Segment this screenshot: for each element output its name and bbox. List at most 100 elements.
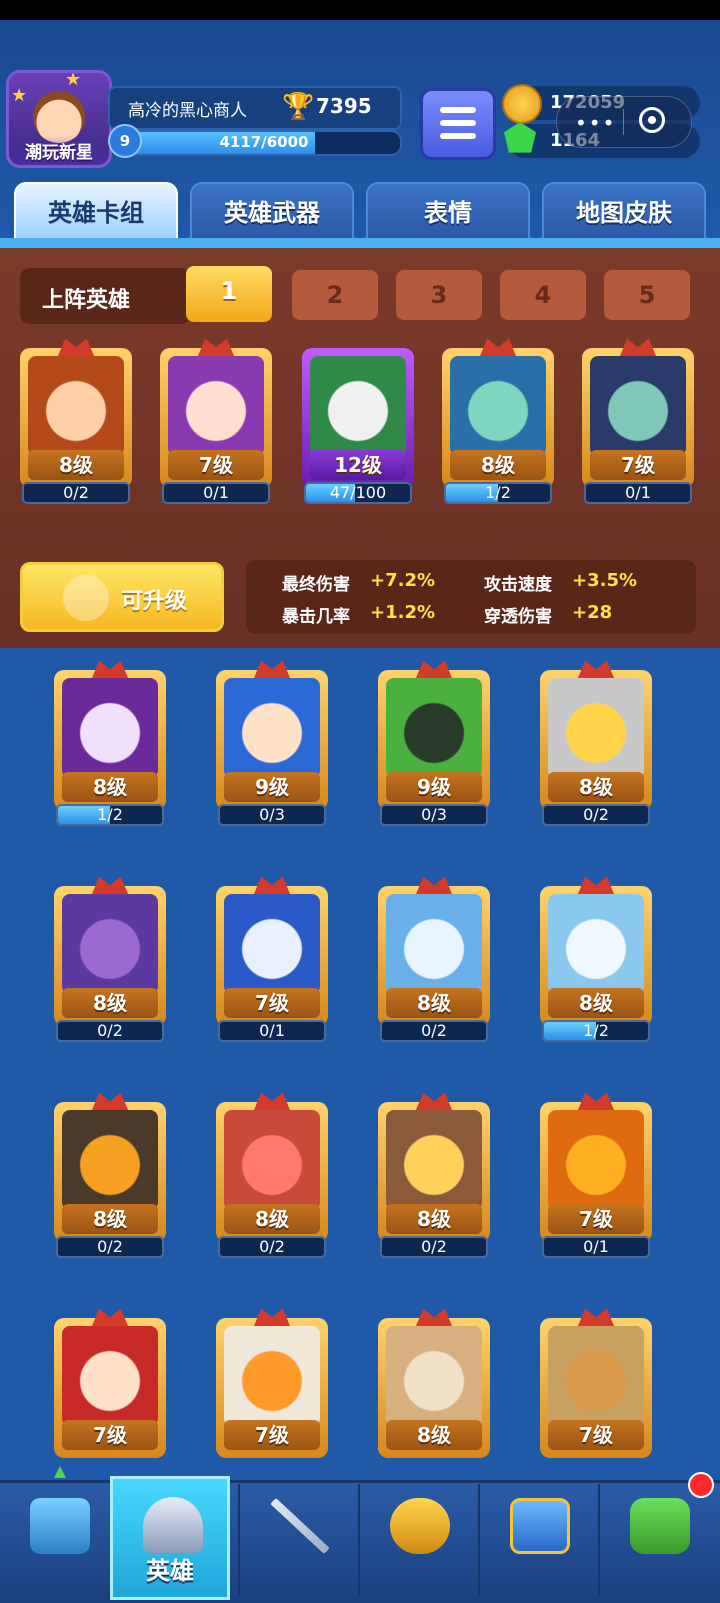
roster-hero-card[interactable]: 8级 0/2 [536, 656, 656, 828]
hero-level: 12级 [310, 450, 406, 480]
hero-portrait [548, 1110, 644, 1210]
roster-hero-card[interactable]: 8级 0/2 [212, 1088, 332, 1260]
hero-card-progress: 0/2 [22, 482, 130, 504]
tab-hero-weapons[interactable]: 英雄武器 [190, 182, 354, 240]
xp-text: 4117/6000 [219, 133, 309, 151]
crown-icon [578, 876, 614, 894]
roster-hero-card[interactable]: 7级 [50, 1304, 170, 1476]
lineup-hero-card[interactable]: 8级 0/2 [16, 334, 136, 506]
hero-portrait [548, 894, 644, 994]
roster-hero-card[interactable]: 9级 0/3 [212, 656, 332, 828]
hero-card-progress: 0/2 [56, 1236, 164, 1258]
hero-level: 8级 [548, 772, 644, 802]
hero-level: 7级 [548, 1420, 644, 1450]
hero-card-progress: 0/3 [380, 804, 488, 826]
roster-hero-card[interactable]: 8级 0/2 [374, 1088, 494, 1260]
crown-icon [416, 876, 452, 894]
shield-emblem-icon [63, 575, 109, 621]
crown-icon [92, 660, 128, 678]
crown-icon [578, 660, 614, 678]
star-icon: ★ [11, 85, 28, 106]
nav-shop[interactable] [0, 1480, 120, 1600]
roster-hero-card[interactable]: 8级 1/2 [536, 872, 656, 1044]
nav-rank[interactable] [360, 1480, 480, 1600]
hero-card-progress: 1/2 [444, 482, 552, 504]
crown-icon [480, 338, 516, 356]
hero-level: 7级 [590, 450, 686, 480]
hero-portrait [224, 894, 320, 994]
nav-battle[interactable] [240, 1480, 360, 1600]
menu-button[interactable] [420, 88, 496, 160]
upgrade-label: 可升级 [121, 589, 188, 614]
hero-level: 8级 [62, 988, 158, 1018]
progress-text: 0/2 [421, 1021, 447, 1040]
roster-hero-card[interactable]: 7级 [212, 1304, 332, 1476]
lineup-slot-2[interactable]: 2 [292, 270, 378, 320]
hero-portrait [168, 356, 264, 456]
nav-garden[interactable] [600, 1480, 720, 1600]
progress-text: 0/2 [97, 1021, 123, 1040]
roster-hero-card[interactable]: 8级 0/2 [50, 872, 170, 1044]
nav-team[interactable] [480, 1480, 600, 1600]
close-miniapp-icon[interactable] [639, 107, 665, 133]
roster-hero-card[interactable]: 8级 0/2 [374, 872, 494, 1044]
tab-map-skins[interactable]: 地图皮肤 [542, 182, 706, 240]
lineup-hero-card[interactable]: 12级 47/100 [298, 334, 418, 506]
player-title: 潮玩新星 [9, 136, 109, 165]
crown-icon [416, 660, 452, 678]
stat-label: 最终伤害 [282, 575, 350, 595]
lineup-hero-card[interactable]: 8级 1/2 [438, 334, 558, 506]
crown-icon [578, 1092, 614, 1110]
hero-level: 7级 [62, 1420, 158, 1450]
roster-hero-card[interactable]: 7级 0/1 [536, 1088, 656, 1260]
hero-card-progress: 0/1 [542, 1236, 650, 1258]
lineup-slot-3[interactable]: 3 [396, 270, 482, 320]
player-nameplate[interactable]: 高冷的黑心商人 🏆 7395 [108, 86, 402, 130]
tab-underline [0, 238, 720, 248]
nav-heroes-label: 英雄 [146, 1557, 194, 1585]
progress-text: 47/100 [329, 483, 387, 502]
upgrade-button[interactable]: 可升级 [20, 562, 224, 632]
progress-text: 0/1 [203, 483, 229, 502]
tab-emotes[interactable]: 表情 [366, 182, 530, 240]
hero-portrait [548, 678, 644, 778]
hero-level: 8级 [386, 1420, 482, 1450]
hero-level: 8级 [548, 988, 644, 1018]
progress-text: 0/1 [259, 1021, 285, 1040]
more-options-icon[interactable]: ••• [575, 111, 616, 135]
roster-hero-card[interactable]: 8级 1/2 [50, 656, 170, 828]
hero-level: 8级 [62, 772, 158, 802]
hero-portrait [62, 1326, 158, 1426]
hero-level: 8级 [62, 1204, 158, 1234]
hero-level: 8级 [450, 450, 546, 480]
lineup-hero-card[interactable]: 7级 0/1 [156, 334, 276, 506]
roster-hero-card[interactable]: 8级 [374, 1304, 494, 1476]
knight-helmet-icon [143, 1497, 203, 1553]
nav-heroes[interactable]: 英雄 [110, 1476, 230, 1600]
stat-label: 攻击速度 [484, 575, 552, 595]
crown-icon [254, 1092, 290, 1110]
hero-portrait [28, 356, 124, 456]
miniapp-capsule: ••• [556, 96, 692, 148]
progress-text: 0/3 [421, 805, 447, 824]
tab-hero-deck[interactable]: 英雄卡组 [14, 182, 178, 240]
crown-icon [254, 876, 290, 894]
roster-hero-card[interactable]: 7级 [536, 1304, 656, 1476]
stat-value: +1.2% [370, 602, 436, 623]
lineup-slot-5[interactable]: 5 [604, 270, 690, 320]
lineup-slot-1[interactable]: 1 [186, 266, 272, 322]
hero-level: 7级 [168, 450, 264, 480]
hero-portrait [62, 1110, 158, 1210]
trophy-icon: 🏆 [282, 92, 315, 122]
progress-text: 0/2 [63, 483, 89, 502]
status-bar [0, 0, 720, 20]
lineup-slot-4[interactable]: 4 [500, 270, 586, 320]
roster-hero-card[interactable]: 9级 0/3 [374, 656, 494, 828]
player-avatar[interactable]: ★ ★ 潮玩新星 [6, 70, 112, 168]
sprout-island-icon [630, 1498, 690, 1554]
progress-text: 1/2 [97, 805, 123, 824]
hero-portrait [386, 1326, 482, 1426]
roster-hero-card[interactable]: 7级 0/1 [212, 872, 332, 1044]
lineup-hero-card[interactable]: 7级 0/1 [578, 334, 698, 506]
roster-hero-card[interactable]: 8级 0/2 [50, 1088, 170, 1260]
